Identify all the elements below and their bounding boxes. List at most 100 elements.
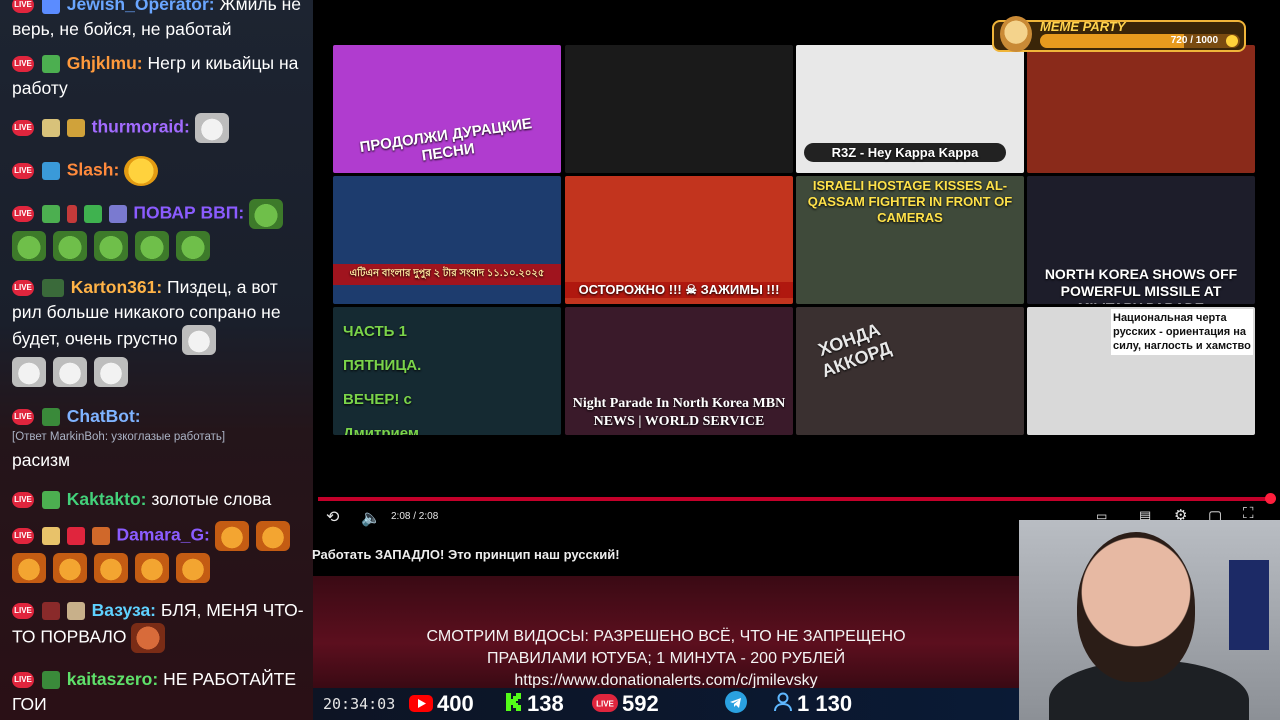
chat-nick[interactable]: kaitaszero: <box>67 669 158 689</box>
thumbnail-caption: ХОНДА АККОРД <box>815 319 894 382</box>
live-badge-icon: LIVE <box>12 492 34 509</box>
thumbnail-caption: ОСТОРОЖНО !!! ☠ ЗАЖИМЫ !!! <box>565 282 793 298</box>
chat-nick[interactable]: thurmoraid: <box>92 117 190 137</box>
thumbnail-caption: NORTH KOREA SHOWS OFF POWERFUL MISSILE A… <box>1044 266 1238 304</box>
volume-icon[interactable]: 🔈 <box>361 508 381 528</box>
youtube-viewers: 400 <box>409 691 474 718</box>
video-thumbnail[interactable]: ПРОДОЛЖИ ДУРАЦКИЕ ПЕСНИ <box>333 45 561 173</box>
progress-bar[interactable] <box>318 497 1270 501</box>
chat-message: LIVE Вазуза: БЛЯ, МЕНЯ ЧТО-ТО ПОРВАЛО <box>12 598 306 653</box>
chat-nick[interactable]: ПОВАР ВВП: <box>133 203 244 223</box>
fox-emote-icon <box>214 521 249 551</box>
user-badge-icon <box>91 527 110 545</box>
thumbnail-caption: Национальная черта русских - ориентация … <box>1111 309 1253 355</box>
cat-emote-icon <box>93 357 128 387</box>
total-viewers: 1 130 <box>773 691 852 718</box>
vkplay-count: 592 <box>622 691 659 716</box>
chat-message: LIVE Damara_G: <box>12 521 306 583</box>
chat-message: LIVE Slash: <box>12 156 306 186</box>
video-thumbnail[interactable]: ЧАСТЬ 1 ПЯТНИЦА. ВЕЧЕР! с Дмитрием Пучко… <box>333 307 561 435</box>
chat-reply-quote: [Ответ MarkinBoh: узкоглазые работать] <box>12 431 226 443</box>
chat-text: золотые слова <box>151 489 272 509</box>
time-display: 2:08 / 2:08 <box>391 511 439 522</box>
stream-stats-bar: 20:34:03 400 138 LIVE 592 1 130 <box>313 688 1019 720</box>
heart-badge-icon <box>66 527 85 545</box>
pencil-badge-icon <box>41 205 60 223</box>
fox-emote-icon <box>175 553 210 583</box>
chat-nick[interactable]: Slash: <box>67 160 120 180</box>
user-badge-icon <box>41 279 64 298</box>
replay-icon[interactable]: ⟲ <box>326 507 339 527</box>
chat-message: LIVE Kaktakto: золотые слова <box>12 487 306 512</box>
telegram-link[interactable] <box>725 691 751 719</box>
total-viewers-count: 1 130 <box>797 691 853 716</box>
live-badge-icon: LIVE <box>12 0 34 14</box>
coin-icon <box>1226 35 1238 47</box>
cat-emote-icon <box>194 113 229 143</box>
fox-emote-icon <box>134 553 169 583</box>
thumbnail-caption: ISRAELI HOSTAGE KISSES AL-QASSAM FIGHTER… <box>807 178 1013 225</box>
chat-panel: LIVE Jewish_Operator: Жмиль не верь, не … <box>0 0 313 720</box>
video-thumbnail[interactable]: ОСТОРОЖНО !!! ☠ ЗАЖИМЫ !!! <box>565 176 793 304</box>
thumbnail-caption: ЧАСТЬ 1 ПЯТНИЦА. ВЕЧЕР! с Дмитрием Пучко… <box>343 323 422 435</box>
live-badge-text: LIVE <box>596 700 614 709</box>
donation-banner: СМОТРИМ ВИДОСЫ: РАЗРЕШЕНО ВСЁ, ЧТО НЕ ЗА… <box>313 576 1019 689</box>
fox-emote-icon <box>52 553 87 583</box>
user-badge-icon <box>41 491 60 510</box>
video-thumbnail[interactable] <box>565 45 793 173</box>
live-badge-icon: LIVE <box>12 120 34 136</box>
fox-emote-icon <box>255 521 290 551</box>
live-badge-icon: LIVE <box>12 206 34 222</box>
laughing-emote-icon <box>124 156 159 186</box>
chat-nick[interactable]: Damara_G: <box>117 525 210 545</box>
video-thumbnail[interactable]: ХОНДА АККОРД <box>796 307 1024 435</box>
youtube-count: 400 <box>437 691 474 716</box>
video-thumbnail[interactable]: NORTH KOREA SHOWS OFF POWERFUL MISSILE A… <box>1027 176 1255 304</box>
user-badge-icon <box>108 205 127 223</box>
live-badge-icon: LIVE <box>12 280 34 297</box>
gift-badge-icon <box>83 205 102 223</box>
chat-nick[interactable]: Karton361: <box>71 277 162 297</box>
drink-badge-icon <box>66 205 77 223</box>
vkplay-viewers: LIVE 592 <box>592 691 659 718</box>
chat-nick[interactable]: Вазуза: <box>92 600 156 620</box>
live-badge-icon: LIVE <box>12 409 34 426</box>
person-icon <box>773 692 793 718</box>
user-badge-icon <box>41 0 60 15</box>
frog-emote-icon <box>134 231 169 261</box>
user-badge-icon <box>66 602 85 621</box>
wine-badge-icon <box>41 602 60 621</box>
video-thumbnail[interactable]: ISRAELI HOSTAGE KISSES AL-QASSAM FIGHTER… <box>796 176 1024 304</box>
chat-nick[interactable]: Ghjklmu: <box>67 53 143 73</box>
banner-line: СМОТРИМ ВИДОСЫ: РАЗРЕШЕНО ВСЁ, ЧТО НЕ ЗА… <box>426 628 906 645</box>
kick-icon <box>505 692 523 718</box>
chat-nick[interactable]: Kaktakto: <box>67 489 147 509</box>
video-thumbnail[interactable]: Night Parade In North Korea MBN NEWS | W… <box>565 307 793 435</box>
user-badge-icon <box>41 162 60 180</box>
youtube-icon <box>409 692 433 718</box>
webcam-feed <box>1019 520 1280 720</box>
chat-message: LIVE Jewish_Operator: Жмиль не верь, не … <box>12 0 306 42</box>
chat-message: LIVE ChatBot: [Ответ MarkinBoh: узкоглаз… <box>12 404 306 473</box>
chat-text: расизм <box>12 450 71 470</box>
cup-badge-icon <box>41 119 60 137</box>
fox-emote-icon <box>12 553 46 583</box>
frog-emote-icon <box>52 231 87 261</box>
chat-nick[interactable]: Jewish_Operator: <box>67 0 215 14</box>
frog-emote-icon <box>249 199 284 229</box>
kick-viewers: 138 <box>505 691 564 718</box>
video-thumbnail[interactable]: R3Z - Hey Kappa Kappa <box>796 45 1024 173</box>
video-thumbnail[interactable] <box>1027 45 1255 173</box>
meme-party-score: 720 / 1000 <box>1170 35 1218 46</box>
chat-message: LIVE thurmoraid: <box>12 113 306 143</box>
live-badge-icon: LIVE <box>12 163 34 179</box>
meme-party-progress-fill <box>1040 34 1184 48</box>
live-badge-icon: LIVE <box>12 672 34 689</box>
frog-emote-icon <box>175 231 210 261</box>
progress-scrubber[interactable] <box>1265 493 1276 504</box>
video-title[interactable]: Работать ЗАПАДЛО! Это принцип наш русски… <box>312 547 620 562</box>
kick-count: 138 <box>527 691 564 716</box>
chat-nick[interactable]: ChatBot: <box>67 406 141 426</box>
video-thumbnail[interactable]: Национальная черта русских - ориентация … <box>1027 307 1255 435</box>
video-thumbnail[interactable]: এটিএন বাংলার দুপুর ২ টার সংবাদ ১১.১০.২০২… <box>333 176 561 304</box>
